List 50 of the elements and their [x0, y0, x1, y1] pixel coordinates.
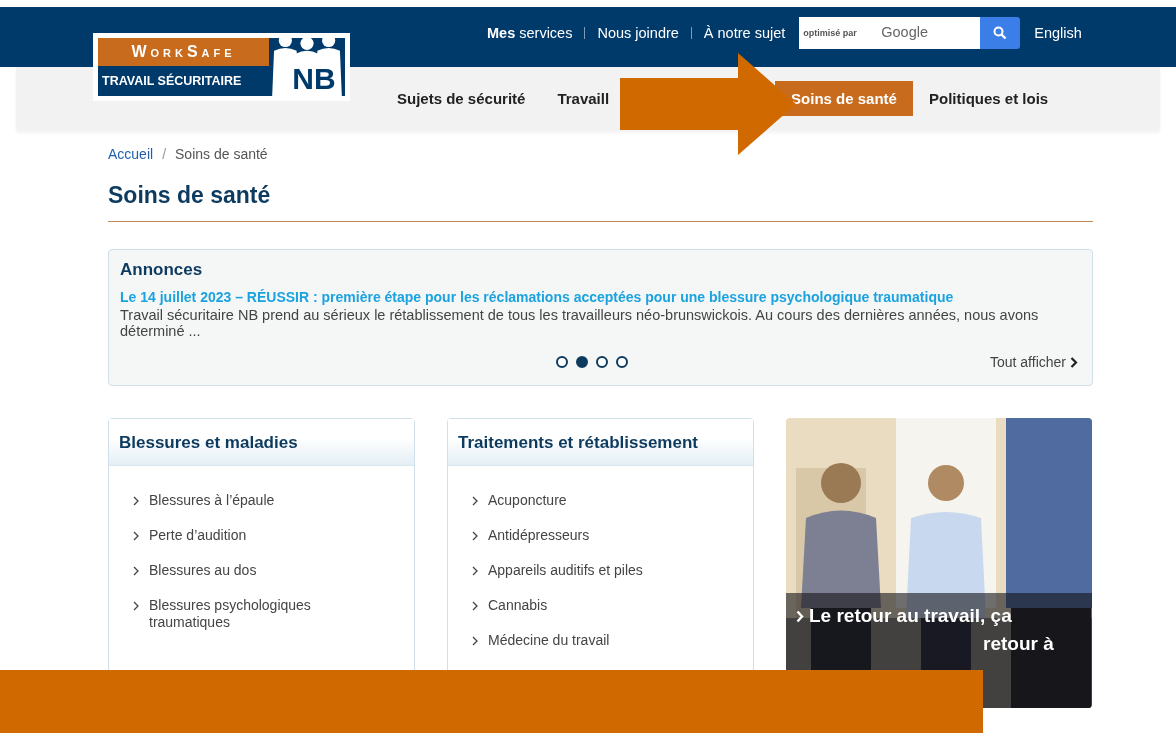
nav-tab[interactable]: Sujets de sécurité — [381, 81, 542, 116]
header-link[interactable]: Mes services — [487, 25, 573, 41]
search-brand: Google — [881, 24, 929, 40]
nav-tab[interactable]: Soins de santé — [775, 81, 913, 116]
chevron-right-icon — [472, 636, 478, 646]
search-icon — [993, 26, 1008, 40]
topic-link[interactable]: Appareils auditifs et piles — [488, 562, 678, 579]
chevron-right-icon — [1070, 356, 1078, 368]
chevron-right-icon — [133, 531, 139, 541]
breadcrumb-current: Soins de santé — [175, 146, 268, 162]
chevron-right-icon — [472, 566, 478, 576]
chevron-right-icon — [133, 601, 139, 611]
feature-link[interactable]: Le retour au travail, ça — [796, 605, 1082, 627]
chevron-right-icon — [472, 601, 478, 611]
page-title: Soins de santé — [108, 182, 1093, 222]
search-button[interactable] — [980, 17, 1021, 49]
logo-name: TRAVAIL SÉCURITAIRE — [98, 66, 269, 96]
breadcrumb-separator: / — [162, 146, 167, 162]
feature-link-text[interactable]: retour à — [983, 633, 1082, 655]
topic-link[interactable]: Médecine du travail — [488, 632, 678, 649]
logo-mark: NB — [292, 64, 336, 94]
carousel-dot[interactable] — [596, 356, 608, 368]
chevron-right-icon — [472, 496, 478, 506]
carousel-dot[interactable] — [556, 356, 568, 368]
topic-link[interactable]: Acuponcture — [488, 492, 678, 509]
chevron-right-icon — [133, 496, 139, 506]
chevron-right-icon — [133, 566, 139, 576]
topic-link[interactable]: Blessures au dos — [149, 562, 339, 579]
topic-link[interactable]: Blessures psychologiques traumatiques — [149, 597, 339, 631]
language-link[interactable]: English — [1034, 25, 1082, 41]
topic-link[interactable]: Blessures à l’épaule — [149, 492, 339, 509]
announcement-summary: Travail sécuritaire NB prend au sérieux le rétablissement de tous les travailleurs néo-brunswickois. Au cours des dernières années, nous avons déterminé ... — [120, 307, 1040, 339]
header-link[interactable]: Nous joindre — [597, 25, 679, 41]
topic-link[interactable]: Perte d’audition — [149, 527, 339, 544]
chevron-right-icon — [796, 609, 804, 623]
header-link[interactable]: À notre sujet — [703, 25, 786, 41]
carousel-dot[interactable] — [616, 356, 628, 368]
card-heading: Traitements et rétablissement — [448, 419, 753, 466]
chevron-right-icon — [472, 531, 478, 541]
view-all-link[interactable]: Tout afficher — [990, 354, 1078, 370]
breadcrumb-link[interactable]: Accueil — [108, 146, 154, 162]
nav-tab[interactable]: Politiques et lois — [912, 81, 1065, 116]
topic-link[interactable]: Cannabis — [488, 597, 678, 614]
logo[interactable]: WorkSafe TRAVAIL SÉCURITAIRE NB — [93, 33, 350, 101]
logo-wordmark: WorkSafe — [98, 38, 269, 66]
card-heading: Blessures et maladies — [109, 419, 414, 466]
nav-tab[interactable]: Travaill — [541, 81, 610, 116]
carousel-dot[interactable] — [576, 356, 588, 368]
panel-heading: Annonces — [120, 260, 204, 280]
topic-link[interactable]: Antidépresseurs — [488, 527, 678, 544]
